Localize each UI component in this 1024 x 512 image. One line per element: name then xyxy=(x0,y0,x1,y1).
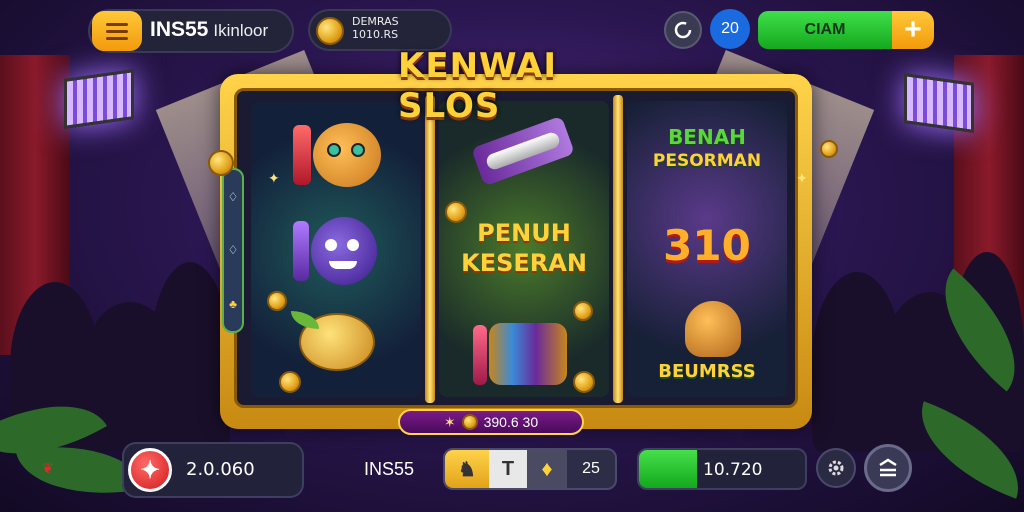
reel-3[interactable]: BENAH PESORMAN 310 BEUMRSS xyxy=(627,101,787,397)
star-icon: ✶ xyxy=(443,413,456,430)
win-meter: 10.720 xyxy=(637,448,807,490)
crowd-silhouette xyxy=(150,262,230,452)
coin-icon xyxy=(461,414,478,430)
reel-divider xyxy=(425,95,435,403)
bet-controls: ♞ T ♦ 25 xyxy=(443,448,617,490)
slot-machine: PENUH KESERAN BENAH PESORMAN 310 BEUMRSS xyxy=(220,74,812,429)
reel-1[interactable] xyxy=(251,101,421,397)
settings-button[interactable] xyxy=(664,11,702,49)
level-badge[interactable]: 20 xyxy=(710,9,750,49)
reel-text-line-2: KESERAN xyxy=(461,249,587,277)
add-funds-button[interactable]: + xyxy=(892,11,934,49)
digit-one-purple xyxy=(293,221,309,281)
coin-icon xyxy=(267,291,287,311)
win-meter-fill xyxy=(639,450,698,488)
coin-icon xyxy=(573,301,593,321)
sparkle-icon: ✦ xyxy=(796,170,808,186)
reel-text-line-1: PENUH xyxy=(477,219,571,247)
footer-balance: 2.0.060 xyxy=(186,459,255,480)
coin-icon xyxy=(573,371,595,393)
bear-10-icon xyxy=(313,123,381,187)
monkey-icon xyxy=(685,301,741,357)
menu-icon xyxy=(106,22,128,26)
reel-divider xyxy=(613,95,623,403)
refresh-icon xyxy=(674,21,692,39)
footer-brand: INS55 xyxy=(364,459,415,479)
stage-light-right xyxy=(904,73,974,133)
bet-down-button[interactable]: ✦ xyxy=(128,448,172,492)
bet-level: 25 xyxy=(582,460,600,477)
balance-display: DEMRAS 1010.RS xyxy=(352,15,399,41)
gear-icon xyxy=(828,460,844,476)
reel-window: PENUH KESERAN BENAH PESORMAN 310 BEUMRSS xyxy=(234,88,798,408)
turbo-button[interactable]: T xyxy=(489,450,527,488)
scroll-icon xyxy=(471,115,575,187)
reel-text-line-1: BENAH xyxy=(668,125,746,149)
stage-light-left xyxy=(64,69,134,129)
menu-button[interactable] xyxy=(92,11,142,51)
gem-button[interactable]: ♦ xyxy=(527,450,567,488)
reel-text-line-2: PESORMAN xyxy=(652,151,762,171)
win-value: 10.720 xyxy=(703,460,763,480)
heart-icon: ❦ xyxy=(42,460,54,476)
menu-lines-icon xyxy=(879,458,897,477)
drum-icon xyxy=(489,323,567,385)
digit-one-red xyxy=(293,125,311,185)
bet-display: ✶ 390.6 30 xyxy=(398,409,584,435)
reel-2[interactable]: PENUH KESERAN xyxy=(439,101,609,397)
coin-icon xyxy=(316,17,344,45)
game-title: KENWAI SLOS xyxy=(398,46,557,126)
payline-strip: ♢ ♢ ♣ xyxy=(222,168,244,333)
reel-bottom-text: BEUMRSS xyxy=(658,361,756,382)
purple-10-icon xyxy=(311,217,377,285)
spin-button[interactable] xyxy=(864,444,912,492)
brand-label: INS55 Ikinloor xyxy=(150,18,269,41)
autoplay-button[interactable]: ♞ xyxy=(445,450,489,488)
coin-icon xyxy=(208,150,234,176)
claim-button[interactable]: CIAM xyxy=(758,11,892,49)
win-number: 310 xyxy=(663,221,751,270)
sparkle-icon: ✦ xyxy=(268,170,280,186)
plus-icon: ✦ xyxy=(139,456,161,484)
settings-button[interactable] xyxy=(816,448,856,488)
coin-icon xyxy=(279,371,301,393)
coin-icon xyxy=(820,140,838,158)
game-screen: { "header": { "brand": "INS55", "brand_s… xyxy=(0,0,1024,512)
coin-icon xyxy=(445,201,467,223)
